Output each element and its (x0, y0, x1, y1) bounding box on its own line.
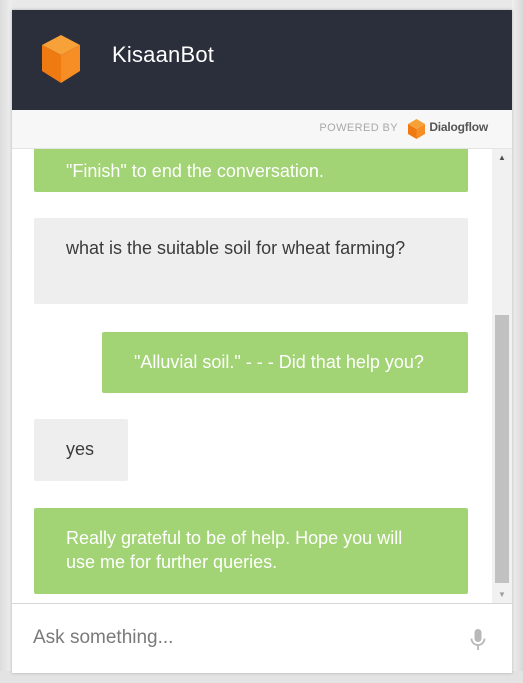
bot-message: "Alluvial soil." - - - Did that help you… (102, 332, 468, 393)
chat-scrollbar[interactable]: ▲ ▼ (492, 149, 512, 603)
scroll-up-arrow[interactable]: ▲ (492, 149, 512, 166)
chat-widget: KisaanBot POWERED BY Dialogflow "Finish"… (12, 10, 512, 673)
message-input[interactable] (33, 624, 453, 652)
powered-by-bar: POWERED BY Dialogflow (12, 110, 512, 149)
chat-header: KisaanBot (12, 10, 512, 110)
user-message: what is the suitable soil for wheat farm… (34, 218, 468, 304)
dialogflow-logo-icon (408, 119, 425, 139)
dialogflow-brand: Dialogflow (429, 120, 488, 134)
bot-message-text: Really grateful to be of help. Hope you … (66, 528, 403, 572)
user-message-text: yes (66, 439, 95, 459)
scroll-thumb[interactable] (495, 315, 509, 583)
message-list[interactable]: "Finish" to end the conversation. what i… (12, 149, 492, 603)
user-message-text: what is the suitable soil for wheat farm… (66, 238, 406, 258)
message-input-bar (12, 603, 512, 673)
bot-message: Really grateful to be of help. Hope you … (34, 508, 468, 594)
microphone-icon[interactable] (470, 628, 486, 652)
scroll-down-arrow[interactable]: ▼ (492, 586, 512, 603)
bot-name: KisaanBot (112, 42, 215, 67)
powered-by-label: POWERED BY (319, 122, 398, 134)
background-left (0, 0, 12, 683)
bot-message-text: "Finish" to end the conversation. (66, 161, 324, 181)
bot-message: "Finish" to end the conversation. (34, 149, 468, 192)
bot-cube-icon (42, 35, 80, 83)
bot-message-text: "Alluvial soil." - - - Did that help you… (134, 352, 424, 372)
background-right (512, 0, 523, 683)
user-message: yes (34, 419, 128, 481)
